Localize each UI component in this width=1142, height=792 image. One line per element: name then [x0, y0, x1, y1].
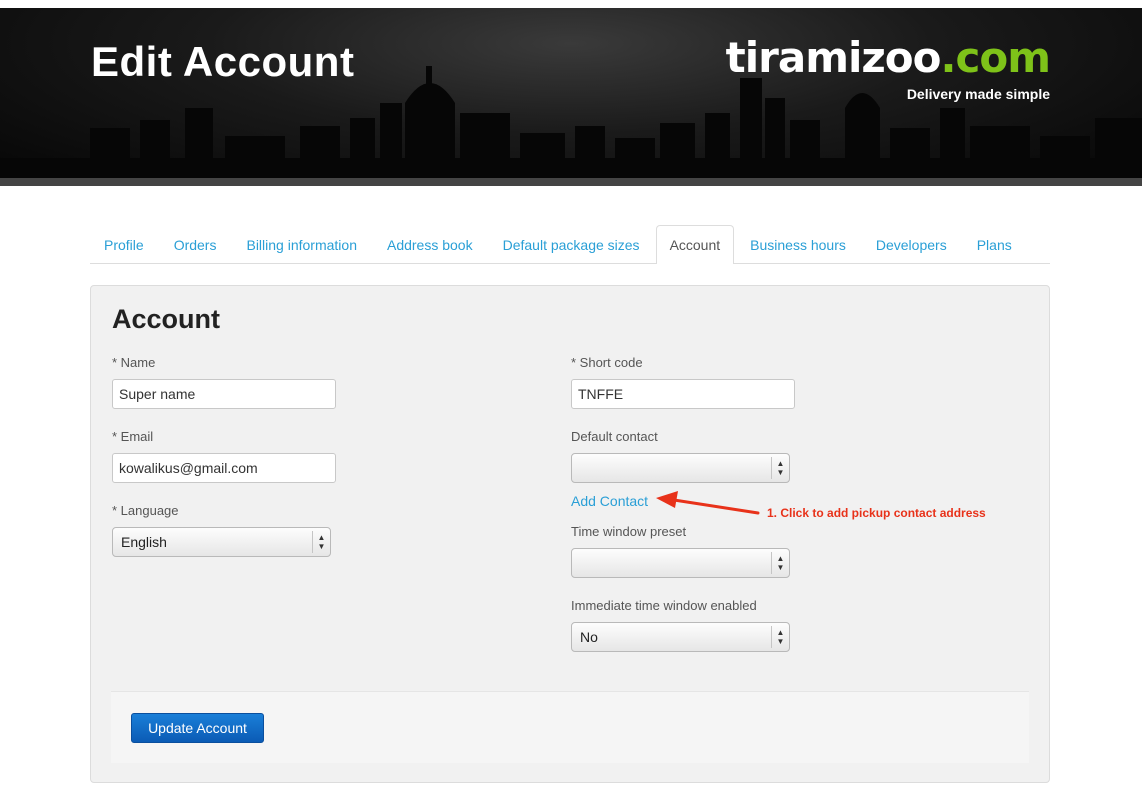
name-label: * Name — [112, 355, 156, 370]
tab-business-hours[interactable]: Business hours — [736, 225, 860, 263]
tab-developers[interactable]: Developers — [862, 225, 961, 263]
default-contact-label: Default contact — [571, 429, 658, 444]
short-code-label: * Short code — [571, 355, 643, 370]
select-arrows-icon: ▲ ▼ — [771, 552, 789, 574]
immediate-time-window-select[interactable]: No ▲ ▼ — [571, 622, 790, 652]
select-arrows-icon: ▲ ▼ — [771, 457, 789, 479]
section-title: Account — [112, 304, 220, 334]
account-tabs: Profile Orders Billing information Addre… — [90, 225, 1050, 264]
annotation-note: 1. Click to add pickup contact address — [767, 506, 986, 520]
annotation-arrow-icon — [656, 491, 760, 515]
tab-plans[interactable]: Plans — [963, 225, 1026, 263]
email-label: * Email — [112, 429, 154, 444]
select-arrows-icon: ▲ ▼ — [312, 531, 330, 553]
email-field[interactable]: kowalikus@gmail.com — [112, 453, 336, 483]
tiramizoo-logo[interactable]: tiramizoo.com — [725, 33, 1051, 82]
default-contact-select[interactable]: ▲ ▼ — [571, 453, 790, 483]
select-arrows-icon: ▲ ▼ — [771, 626, 789, 648]
form-actions: Update Account — [111, 691, 1029, 763]
brand-tld: .com — [940, 33, 1051, 82]
name-field[interactable]: Super name — [112, 379, 336, 409]
update-account-button[interactable]: Update Account — [131, 713, 264, 743]
immediate-time-window-label: Immediate time window enabled — [571, 598, 757, 613]
header-divider — [0, 178, 1142, 186]
tab-account[interactable]: Account — [655, 225, 735, 264]
page-header: Edit Account tiramizoo.com Delivery made… — [0, 8, 1142, 186]
account-form-panel: Account * Name Super name * Email kowali… — [90, 285, 1050, 783]
tab-default-package-sizes[interactable]: Default package sizes — [489, 225, 654, 263]
brand-tagline: Delivery made simple — [906, 86, 1050, 102]
tab-billing-information[interactable]: Billing information — [232, 225, 371, 263]
add-contact-link[interactable]: Add Contact — [571, 493, 648, 509]
tab-profile[interactable]: Profile — [90, 225, 158, 263]
tab-address-book[interactable]: Address book — [373, 225, 487, 263]
language-label: * Language — [112, 503, 179, 518]
time-window-preset-select[interactable]: ▲ ▼ — [571, 548, 790, 578]
short-code-field[interactable]: TNFFE — [571, 379, 795, 409]
language-select-value: English — [121, 534, 167, 550]
language-select[interactable]: English ▲ ▼ — [112, 527, 331, 557]
brand-main: tiramizoo — [725, 33, 942, 82]
time-window-preset-label: Time window preset — [571, 524, 687, 539]
page-title: Edit Account — [91, 38, 355, 85]
tab-orders[interactable]: Orders — [160, 225, 231, 263]
immediate-time-window-select-value: No — [580, 629, 598, 645]
